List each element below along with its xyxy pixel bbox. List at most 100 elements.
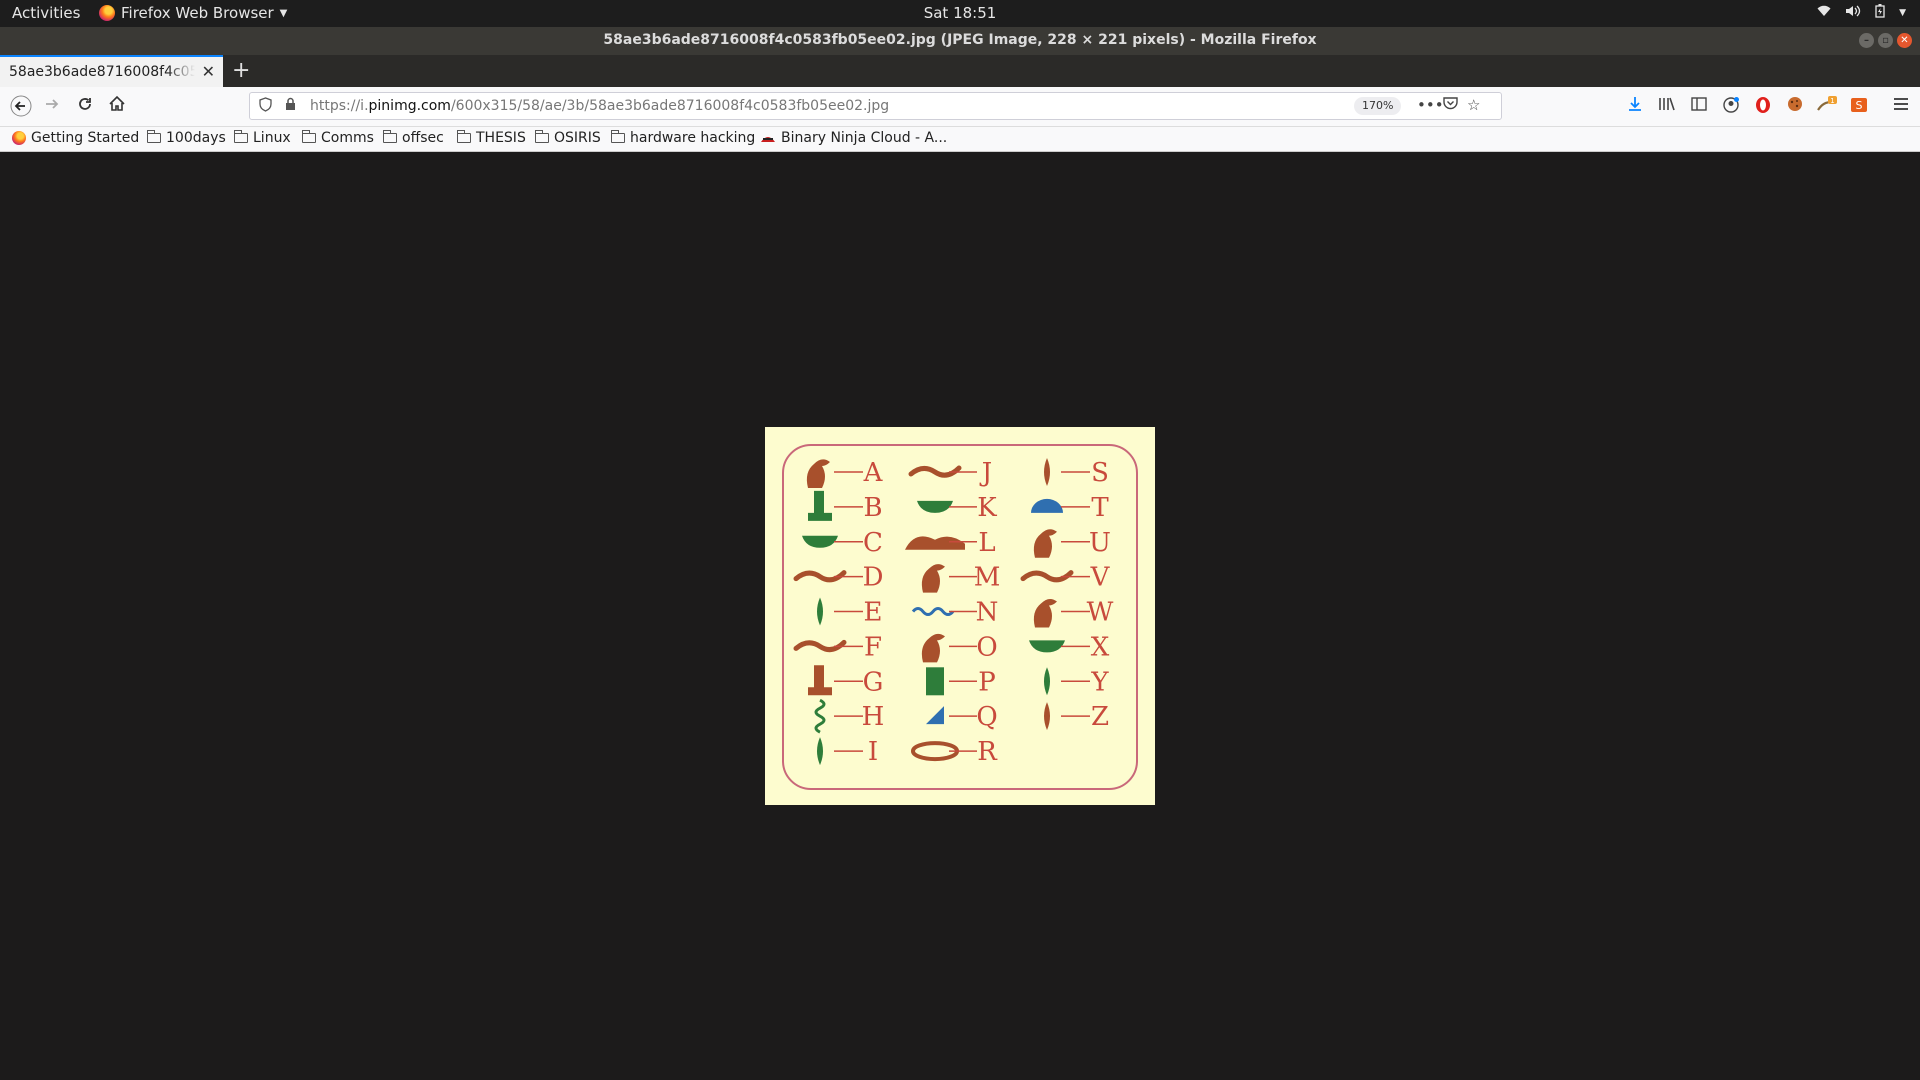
- letter-b: B: [863, 493, 882, 523]
- tab-strip: 58ae3b6ade8716008f4c0583fb05ee02.jpg ✕ +: [0, 55, 1920, 87]
- downloads-icon[interactable]: [1624, 96, 1646, 116]
- app-menu[interactable]: Firefox Web Browser ▼: [99, 4, 287, 22]
- back-button[interactable]: [9, 95, 33, 122]
- bookmark-folder-osiris[interactable]: OSIRIS: [534, 130, 601, 146]
- clock[interactable]: Sat 18:51: [924, 4, 997, 22]
- url-domain: pinimg.com: [368, 98, 451, 114]
- folder-icon: [534, 130, 549, 143]
- bookmark-folder-hardware-hacking[interactable]: hardware hacking: [610, 130, 756, 146]
- hieroglyph-m: [921, 564, 945, 593]
- letter-y: Y: [1090, 667, 1109, 697]
- letter-h: H: [862, 702, 885, 732]
- close-window-icon[interactable]: ✕: [1897, 33, 1912, 48]
- tracking-shield-icon[interactable]: [259, 97, 272, 116]
- bookmark-folder-linux[interactable]: Linux: [233, 130, 291, 146]
- opera-extension-icon[interactable]: [1752, 96, 1774, 118]
- bookmark-label: Linux: [253, 130, 291, 146]
- navigation-toolbar: https://i.pinimg.com/600x315/58/ae/3b/58…: [0, 87, 1920, 127]
- bookmark-label: OSIRIS: [554, 130, 601, 146]
- url-text[interactable]: https://i.pinimg.com/600x315/58/ae/3b/58…: [310, 98, 889, 114]
- bookmark-folder-offsec[interactable]: offsec: [382, 130, 444, 146]
- bookmark-label: Getting Started: [31, 130, 140, 146]
- firefox-icon: [99, 5, 115, 21]
- hieroglyph-t: [1031, 498, 1063, 513]
- maximize-icon[interactable]: ▫: [1878, 33, 1893, 48]
- bookmark-label: hardware hacking: [630, 130, 756, 146]
- bookmark-getting-started[interactable]: Getting Started: [12, 130, 139, 146]
- folder-icon: [456, 130, 471, 143]
- tab-label: 58ae3b6ade8716008f4c0583fb05ee02.jpg: [9, 64, 195, 80]
- letter-k: K: [977, 493, 997, 523]
- s-extension-icon[interactable]: S: [1848, 96, 1870, 118]
- letter-s: S: [1091, 458, 1109, 488]
- hieroglyph-n: [911, 607, 955, 617]
- letter-a: A: [863, 458, 884, 488]
- hieroglyph-g: [808, 665, 832, 696]
- window-title-bar: 58ae3b6ade8716008f4c0583fb05ee02.jpg (JP…: [0, 27, 1920, 55]
- system-tray[interactable]: ▼: [1817, 4, 1906, 22]
- bookmark-label: THESIS: [476, 130, 526, 146]
- lock-icon[interactable]: [285, 97, 295, 110]
- hieroglyph-z: [1044, 702, 1050, 731]
- forward-button[interactable]: [40, 95, 64, 118]
- letter-i: I: [868, 737, 878, 767]
- volume-icon: [1845, 5, 1861, 21]
- letter-g: G: [863, 667, 884, 697]
- hieroglyph-s: [1044, 458, 1050, 486]
- hieroglyph-c: [802, 535, 838, 548]
- bookmarks-toolbar: Getting Started 100days Linux Comms offs…: [0, 127, 1920, 152]
- folder-icon: [301, 130, 316, 143]
- activities-button[interactable]: Activities: [12, 4, 80, 22]
- close-tab-icon[interactable]: ✕: [202, 62, 215, 81]
- app-menu-label: Firefox Web Browser: [121, 4, 274, 22]
- new-tab-button[interactable]: +: [232, 58, 250, 83]
- cookie-extension-icon[interactable]: [1784, 96, 1806, 116]
- gnome-top-bar: Activities Firefox Web Browser ▼ Sat 18:…: [0, 0, 1920, 27]
- letter-p: P: [978, 667, 996, 697]
- pocket-icon[interactable]: [1443, 96, 1458, 114]
- letter-c: C: [863, 528, 883, 558]
- letter-r: R: [977, 737, 998, 767]
- hamburger-menu-icon[interactable]: [1890, 96, 1912, 115]
- bookmark-star-icon[interactable]: ☆: [1467, 96, 1480, 114]
- tab-image[interactable]: 58ae3b6ade8716008f4c0583fb05ee02.jpg ✕: [0, 55, 223, 87]
- page-actions-icon[interactable]: •••: [1417, 96, 1444, 114]
- minimize-icon[interactable]: –: [1859, 33, 1874, 48]
- home-icon: [109, 95, 125, 111]
- hieroglyph-alphabet-image[interactable]: ABCDEFGHI JKLMNOPQR STUVWXYZ: [765, 427, 1155, 805]
- hieroglyph-b: [808, 490, 832, 521]
- bookmark-folder-thesis[interactable]: THESIS: [456, 130, 526, 146]
- hieroglyph-o: [921, 633, 945, 663]
- caret-down-icon: ▼: [279, 7, 288, 19]
- bookmark-folder-100days[interactable]: 100days: [146, 130, 226, 146]
- bookmark-binary-ninja[interactable]: Binary Ninja Cloud - A...: [760, 130, 947, 146]
- folder-icon: [610, 130, 625, 143]
- wifi-icon: [1817, 5, 1831, 21]
- hieroglyph-k: [917, 500, 953, 513]
- sidebar-icon[interactable]: [1688, 96, 1710, 115]
- hieroglyph-l: [905, 536, 965, 550]
- letter-l: L: [978, 528, 995, 558]
- url-bar[interactable]: https://i.pinimg.com/600x315/58/ae/3b/58…: [249, 92, 1502, 120]
- hieroglyph-chart: ABCDEFGHI JKLMNOPQR STUVWXYZ: [782, 444, 1138, 790]
- hieroglyph-w: [1033, 598, 1057, 628]
- reload-button[interactable]: [73, 95, 97, 118]
- folder-icon: [233, 130, 248, 143]
- letter-m: M: [974, 563, 1001, 593]
- zoom-level-badge[interactable]: 170%: [1354, 97, 1402, 115]
- account-icon[interactable]: [1720, 96, 1742, 118]
- folder-icon: [146, 130, 161, 143]
- extension-badge-icon[interactable]: 1: [1816, 96, 1838, 118]
- forward-arrow-icon: [46, 99, 59, 109]
- library-icon[interactable]: [1656, 96, 1678, 116]
- hieroglyph-e: [817, 597, 823, 626]
- letter-z: Z: [1091, 702, 1109, 732]
- bookmark-folder-comms[interactable]: Comms: [301, 130, 374, 146]
- binja-icon: [761, 137, 775, 142]
- bookmark-label: Comms: [321, 130, 374, 146]
- folder-icon: [382, 130, 397, 143]
- home-button[interactable]: [105, 95, 129, 118]
- letter-v: V: [1090, 563, 1111, 593]
- bookmark-label: 100days: [166, 130, 226, 146]
- bookmark-label: Binary Ninja Cloud - A...: [781, 130, 948, 146]
